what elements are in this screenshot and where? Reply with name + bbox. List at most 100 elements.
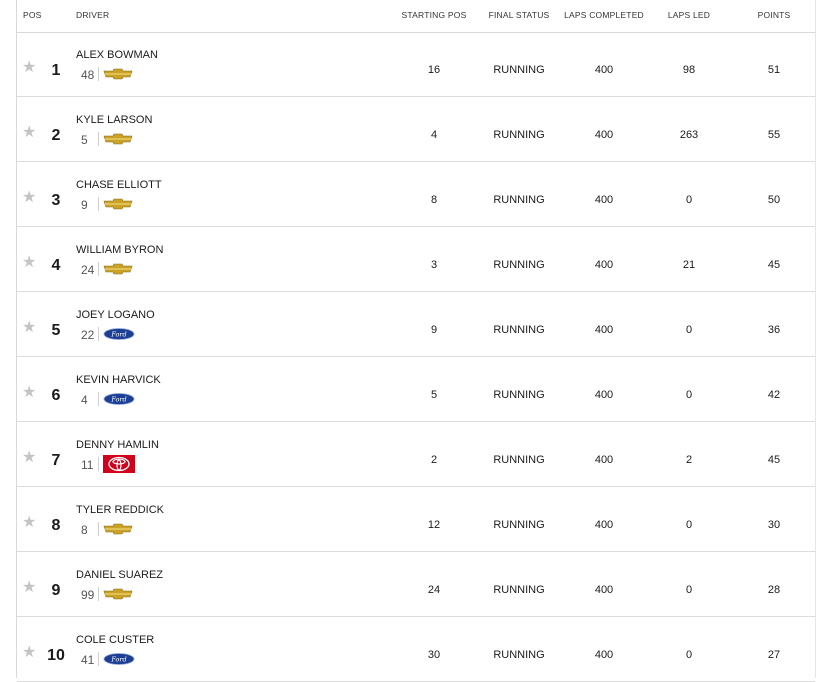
laps-completed: 400 [594,194,614,206]
table-row[interactable]: ★ 2 KYLE LARSON 5 4 RUNNING 400 263 55 [17,97,815,162]
starting-pos: 5 [430,389,438,401]
car-number: 48 [81,68,95,82]
favorite-star-icon[interactable]: ★ [22,385,36,401]
table-row[interactable]: ★ 3 CHASE ELLIOTT 9 8 RUNNING 400 0 50 [17,162,815,227]
table-row[interactable]: ★ 6 KEVIN HARVICK 4 Ford 5 RUNNING 400 0 42 [17,357,815,422]
table-row[interactable]: ★ 4 WILLIAM BYRON 24 3 RUNNING 400 21 45 [17,227,815,292]
col-laps-completed[interactable]: LAPS COMPLETED [564,10,644,20]
laps-led: 0 [685,584,693,596]
col-driver[interactable]: DRIVER [76,10,109,20]
finish-position: 5 [51,322,61,339]
points: 45 [767,259,781,271]
laps-completed: 400 [594,649,614,661]
table-row[interactable]: ★ 9 DANIEL SUAREZ 99 24 RUNNING 400 0 28 [17,552,815,617]
laps-led: 2 [685,454,693,466]
divider [98,457,99,471]
divider [98,67,99,81]
divider [98,197,99,211]
points: 36 [767,324,781,336]
col-starting-pos[interactable]: STARTING POS [402,10,467,20]
points: 51 [767,64,781,76]
favorite-star-icon[interactable]: ★ [22,580,36,596]
laps-led: 0 [685,194,693,206]
driver-name[interactable]: KEVIN HARVICK [76,374,161,386]
driver-name[interactable]: WILLIAM BYRON [76,244,163,256]
car-number: 9 [81,198,88,212]
divider [98,652,99,666]
driver-name[interactable]: ALEX BOWMAN [76,49,158,61]
laps-completed: 400 [594,324,614,336]
laps-led: 0 [685,519,693,531]
toyota-logo-icon [103,455,141,473]
table-row[interactable]: ★ 7 DENNY HAMLIN 11 2 RUNNING 400 2 45 [17,422,815,487]
laps-led: 0 [685,649,693,661]
col-final-status[interactable]: FINAL STATUS [489,10,550,20]
table-row[interactable]: ★ 10 COLE CUSTER 41 Ford 30 RUNNING 400 0 27 [17,617,815,682]
driver-name[interactable]: DENNY HAMLIN [76,439,159,451]
final-status: RUNNING [493,519,545,531]
points: 28 [767,584,781,596]
laps-completed: 400 [594,259,614,271]
laps-completed: 400 [594,454,614,466]
laps-led: 0 [685,324,693,336]
ford-logo-icon: Ford [103,653,141,669]
svg-text:Ford: Ford [110,655,126,663]
starting-pos: 12 [427,519,441,531]
favorite-star-icon[interactable]: ★ [22,450,36,466]
col-points[interactable]: POINTS [758,10,791,20]
laps-completed: 400 [594,129,614,141]
car-number: 4 [81,393,88,407]
table-row[interactable]: ★ 1 ALEX BOWMAN 48 16 RUNNING 400 98 51 [17,32,815,97]
car-number: 22 [81,328,95,342]
finish-position: 1 [51,62,61,79]
driver-name[interactable]: KYLE LARSON [76,114,152,126]
car-number: 5 [81,133,88,147]
driver-name[interactable]: COLE CUSTER [76,634,154,646]
divider [98,522,99,536]
car-number: 41 [81,653,95,667]
finish-position: 3 [51,192,61,209]
col-laps-led[interactable]: LAPS LED [668,10,710,20]
driver-name[interactable]: JOEY LOGANO [76,309,155,321]
points: 42 [767,389,781,401]
ford-logo-icon: Ford [103,328,141,344]
final-status: RUNNING [493,64,545,76]
favorite-star-icon[interactable]: ★ [22,255,36,271]
driver-name[interactable]: DANIEL SUAREZ [76,569,163,581]
starting-pos: 3 [430,259,438,271]
table-row[interactable]: ★ 5 JOEY LOGANO 22 Ford 9 RUNNING 400 0 36 [17,292,815,357]
starting-pos: 16 [427,64,441,76]
driver-name[interactable]: TYLER REDDICK [76,504,164,516]
starting-pos: 24 [427,584,441,596]
col-pos[interactable]: POS [23,10,42,20]
table-row[interactable]: ★ 8 TYLER REDDICK 8 12 RUNNING 400 0 30 [17,487,815,552]
laps-led: 0 [685,389,693,401]
finish-position: 8 [51,517,61,534]
final-status: RUNNING [493,324,545,336]
finish-position: 10 [47,647,65,664]
car-number: 11 [81,458,94,472]
finish-position: 6 [51,387,61,404]
final-status: RUNNING [493,129,545,141]
points: 50 [767,194,781,206]
driver-name[interactable]: CHASE ELLIOTT [76,179,162,191]
favorite-star-icon[interactable]: ★ [22,515,36,531]
points: 55 [767,129,781,141]
starting-pos: 8 [430,194,438,206]
divider [98,132,99,146]
favorite-star-icon[interactable]: ★ [22,190,36,206]
table-header: POS DRIVER STARTING POS FINAL STATUS LAP… [17,0,815,33]
favorite-star-icon[interactable]: ★ [22,125,36,141]
chevrolet-logo-icon [103,133,141,149]
final-status: RUNNING [493,649,545,661]
laps-led: 98 [682,64,696,76]
favorite-star-icon[interactable]: ★ [22,320,36,336]
car-number: 8 [81,523,88,537]
car-number: 99 [81,588,95,602]
finish-position: 4 [51,257,61,274]
chevrolet-logo-icon [103,198,141,214]
final-status: RUNNING [493,584,545,596]
favorite-star-icon[interactable]: ★ [22,645,36,661]
favorite-star-icon[interactable]: ★ [22,60,36,76]
car-number: 24 [81,263,95,277]
